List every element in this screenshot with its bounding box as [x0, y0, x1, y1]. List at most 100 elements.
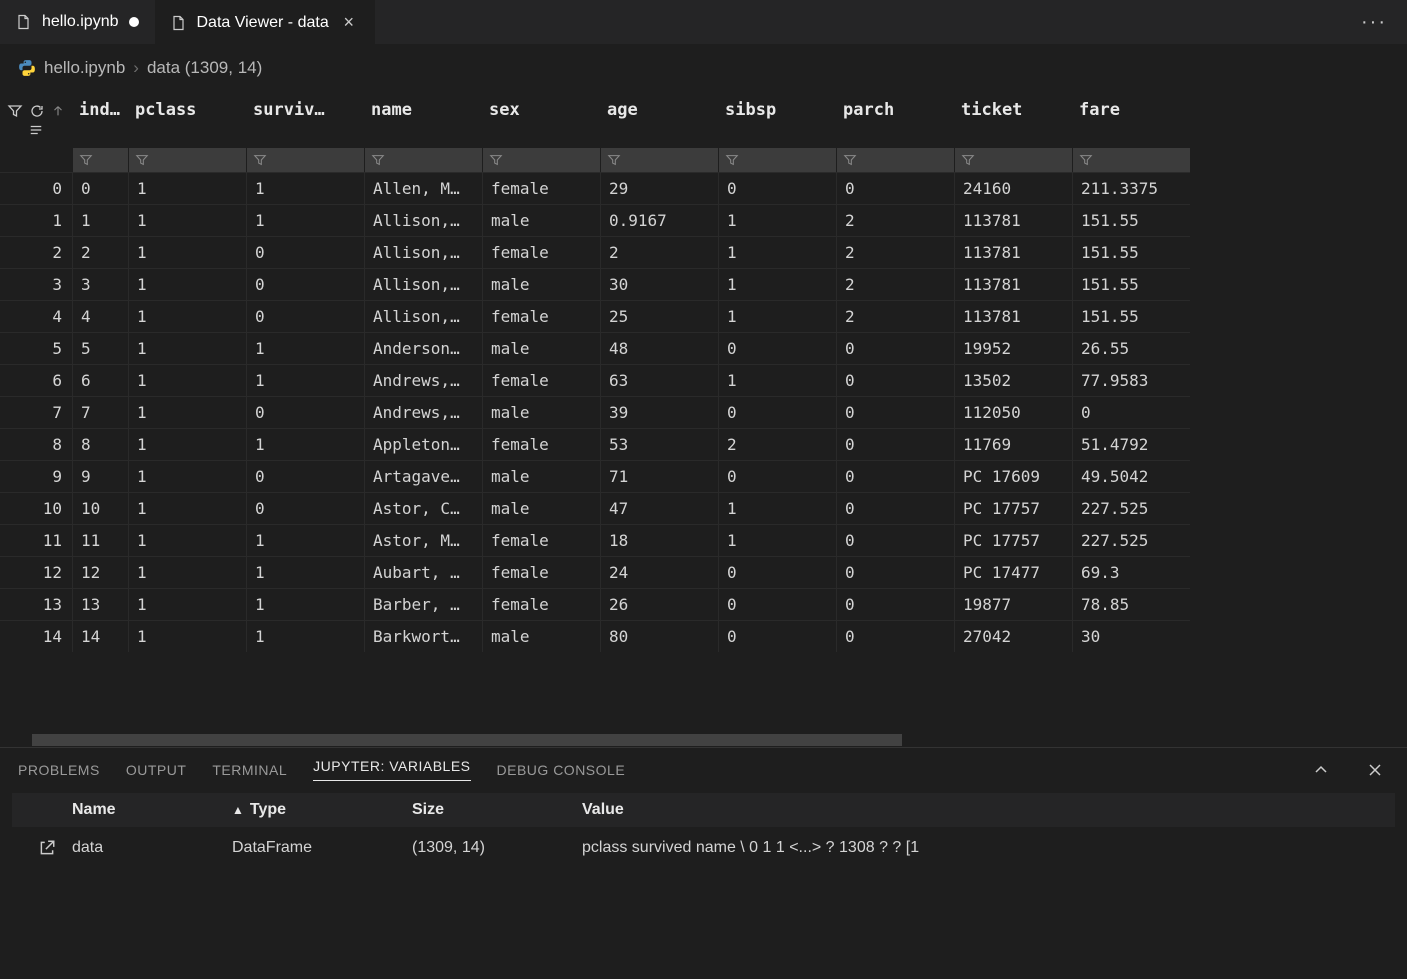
table-cell[interactable]: PC 17757 — [954, 524, 1072, 556]
table-cell[interactable]: 0 — [72, 172, 128, 204]
table-cell[interactable]: 2 — [72, 236, 128, 268]
table-cell[interactable]: 0 — [718, 588, 836, 620]
table-cell[interactable]: 11 — [72, 524, 128, 556]
table-cell[interactable]: 69.3 — [1072, 556, 1190, 588]
table-cell[interactable]: male — [482, 268, 600, 300]
table-cell[interactable]: 26.55 — [1072, 332, 1190, 364]
list-icon[interactable] — [28, 123, 44, 137]
panel-tab-debug-console[interactable]: DEBUG CONSOLE — [497, 762, 626, 778]
table-cell[interactable]: 27042 — [954, 620, 1072, 652]
table-cell[interactable]: 1 — [128, 332, 246, 364]
table-cell[interactable]: Anderson… — [364, 332, 482, 364]
column-header[interactable]: index — [72, 92, 128, 120]
column-header[interactable]: parch — [836, 92, 954, 120]
table-cell[interactable]: male — [482, 620, 600, 652]
table-cell[interactable]: 113781 — [954, 300, 1072, 332]
table-cell[interactable]: 10 — [72, 492, 128, 524]
table-cell[interactable]: 80 — [600, 620, 718, 652]
table-cell[interactable]: 0 — [836, 364, 954, 396]
breadcrumb-file[interactable]: hello.ipynb — [44, 58, 125, 78]
table-cell[interactable]: 26 — [600, 588, 718, 620]
table-cell[interactable]: 1 — [718, 204, 836, 236]
table-cell[interactable]: 0 — [718, 172, 836, 204]
table-cell[interactable]: Astor, C… — [364, 492, 482, 524]
table-cell[interactable]: 151.55 — [1072, 204, 1190, 236]
panel-tab-output[interactable]: OUTPUT — [126, 762, 187, 778]
table-cell[interactable]: 0 — [836, 524, 954, 556]
table-cell[interactable]: 1 — [128, 396, 246, 428]
table-cell[interactable]: 0.9167 — [600, 204, 718, 236]
table-cell[interactable]: Andrews,… — [364, 396, 482, 428]
column-header[interactable]: age — [600, 92, 718, 120]
close-icon[interactable]: × — [339, 12, 359, 33]
table-cell[interactable]: 1 — [128, 620, 246, 652]
table-cell[interactable]: 1 — [128, 204, 246, 236]
column-filter[interactable] — [364, 148, 482, 172]
column-filter[interactable] — [1072, 148, 1190, 172]
table-cell[interactable]: 0 — [246, 396, 364, 428]
table-cell[interactable]: 1 — [128, 492, 246, 524]
refresh-icon[interactable] — [29, 103, 45, 119]
horizontal-scrollbar[interactable] — [0, 733, 1407, 747]
table-cell[interactable]: Allison,… — [364, 268, 482, 300]
table-cell[interactable]: 1 — [128, 460, 246, 492]
table-cell[interactable]: 1 — [246, 364, 364, 396]
table-cell[interactable]: 6 — [72, 364, 128, 396]
table-cell[interactable]: 0 — [836, 428, 954, 460]
table-cell[interactable]: 112050 — [954, 396, 1072, 428]
table-cell[interactable]: 1 — [128, 428, 246, 460]
column-filter[interactable] — [72, 148, 128, 172]
table-cell[interactable]: 53 — [600, 428, 718, 460]
table-cell[interactable]: 1 — [718, 524, 836, 556]
table-cell[interactable]: female — [482, 300, 600, 332]
table-cell[interactable]: 1 — [128, 300, 246, 332]
table-cell[interactable]: 151.55 — [1072, 268, 1190, 300]
table-cell[interactable]: 1 — [246, 332, 364, 364]
table-cell[interactable]: 0 — [718, 460, 836, 492]
table-cell[interactable]: 0 — [246, 236, 364, 268]
chevron-up-icon[interactable] — [1307, 762, 1335, 778]
table-cell[interactable]: 2 — [836, 204, 954, 236]
table-cell[interactable]: 1 — [246, 428, 364, 460]
panel-tab-problems[interactable]: PROBLEMS — [18, 762, 100, 778]
table-cell[interactable]: female — [482, 172, 600, 204]
table-cell[interactable]: 9 — [72, 460, 128, 492]
table-cell[interactable]: 2 — [836, 268, 954, 300]
table-cell[interactable]: 0 — [246, 460, 364, 492]
table-cell[interactable]: 13502 — [954, 364, 1072, 396]
table-cell[interactable]: PC 17757 — [954, 492, 1072, 524]
table-cell[interactable]: 1 — [128, 268, 246, 300]
popout-icon[interactable] — [22, 839, 72, 857]
table-cell[interactable]: Astor, M… — [364, 524, 482, 556]
table-cell[interactable]: 63 — [600, 364, 718, 396]
table-cell[interactable]: 2 — [718, 428, 836, 460]
table-cell[interactable]: 227.525 — [1072, 524, 1190, 556]
more-actions-icon[interactable]: ··· — [1353, 11, 1395, 34]
column-header[interactable]: sex — [482, 92, 600, 120]
table-cell[interactable]: 47 — [600, 492, 718, 524]
tab-hello-ipynb[interactable]: hello.ipynb — [0, 0, 155, 44]
table-cell[interactable]: 2 — [836, 300, 954, 332]
table-cell[interactable]: PC 17609 — [954, 460, 1072, 492]
table-cell[interactable]: female — [482, 556, 600, 588]
table-cell[interactable]: female — [482, 428, 600, 460]
table-cell[interactable]: male — [482, 396, 600, 428]
panel-tab-jupyter-variables[interactable]: JUPYTER: VARIABLES — [313, 758, 470, 781]
tab-data-viewer[interactable]: Data Viewer - data × — [155, 0, 375, 44]
column-filter[interactable] — [836, 148, 954, 172]
panel-tab-terminal[interactable]: TERMINAL — [212, 762, 287, 778]
variable-row[interactable]: data DataFrame (1309, 14) pclass survive… — [12, 831, 1395, 865]
table-cell[interactable]: 1 — [246, 556, 364, 588]
column-header[interactable]: pclass — [128, 92, 246, 120]
table-cell[interactable]: 0 — [836, 396, 954, 428]
table-cell[interactable]: 2 — [600, 236, 718, 268]
table-cell[interactable]: 0 — [718, 332, 836, 364]
table-cell[interactable]: Andrews,… — [364, 364, 482, 396]
table-cell[interactable]: Allen, M… — [364, 172, 482, 204]
table-cell[interactable]: female — [482, 524, 600, 556]
col-size[interactable]: Size — [412, 801, 582, 819]
table-cell[interactable]: 1 — [246, 172, 364, 204]
column-filter[interactable] — [246, 148, 364, 172]
table-cell[interactable]: 51.4792 — [1072, 428, 1190, 460]
table-cell[interactable]: 1 — [246, 588, 364, 620]
